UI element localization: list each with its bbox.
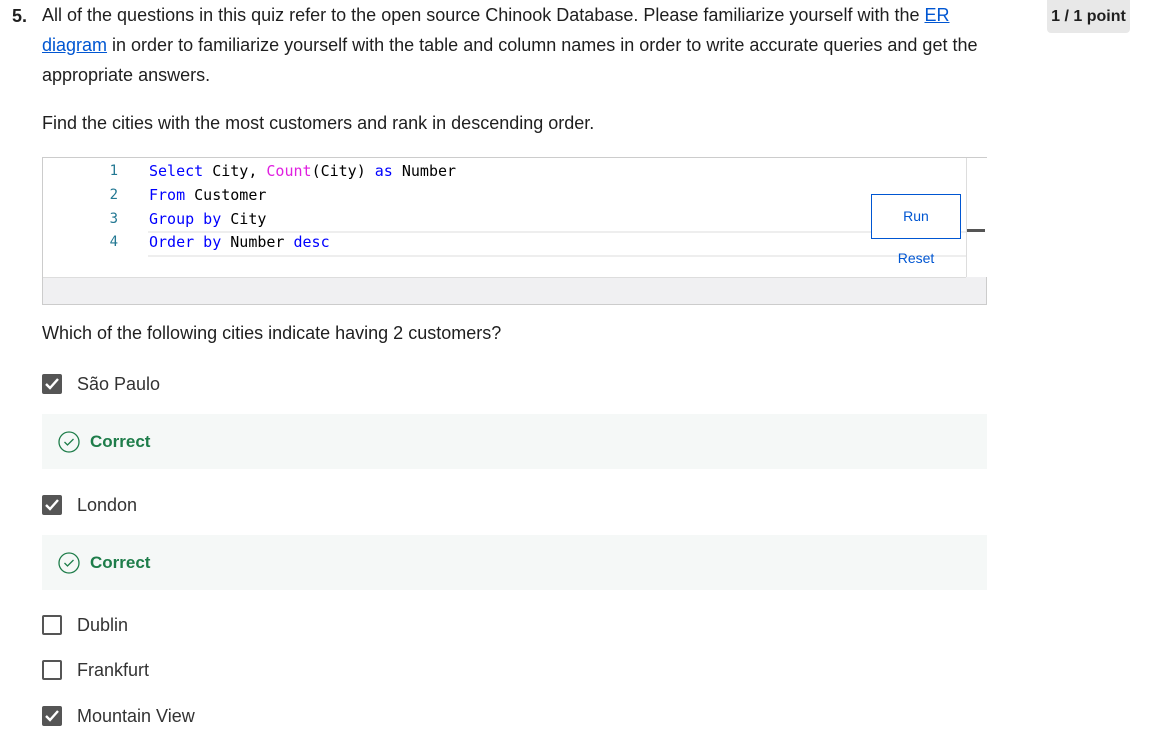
checkmark-icon xyxy=(45,378,59,390)
checkbox[interactable] xyxy=(42,706,62,726)
checkmark-icon xyxy=(45,710,59,722)
code-token: Count xyxy=(266,162,312,180)
feedback-text: Correct xyxy=(90,552,151,572)
code-token: Group by xyxy=(149,210,222,228)
code-line[interactable]: 4 Order by Number desc xyxy=(43,231,966,253)
code-token: desc xyxy=(293,233,330,251)
editor-scrollbar[interactable] xyxy=(966,158,987,277)
question-text-start: All of the questions in this quiz refer … xyxy=(42,5,925,25)
code-token: City, xyxy=(203,162,267,180)
option-s-o-paulo[interactable]: São Paulo xyxy=(42,372,160,396)
checkbox[interactable] xyxy=(42,495,62,515)
option-label: London xyxy=(77,494,138,515)
code-token: as xyxy=(374,162,393,180)
question-text: All of the questions in this quiz refer … xyxy=(42,0,982,90)
code-token: Number xyxy=(392,162,457,180)
checkbox[interactable] xyxy=(42,660,62,680)
code-token: From xyxy=(149,186,186,204)
code-token: Order by xyxy=(149,233,222,251)
sql-editor[interactable]: 1 Select City, Count(City) as Number 2 From… xyxy=(42,157,987,305)
reset-button[interactable]: Reset xyxy=(871,248,961,268)
code-line[interactable]: 2 From Customer xyxy=(43,184,966,206)
code-token: (City) xyxy=(311,162,375,180)
feedback-correct: Correct xyxy=(42,535,987,590)
option-label: Dublin xyxy=(77,614,129,635)
checkbox[interactable] xyxy=(42,374,62,394)
code-text: Group by City xyxy=(149,208,266,230)
question-text-end: in order to familiarize yourself with th… xyxy=(42,35,978,85)
code-area[interactable]: 1 Select City, Count(City) as Number 2 From… xyxy=(43,158,986,278)
scrollbar-thumb[interactable] xyxy=(967,229,985,232)
feedback-correct: Correct xyxy=(42,414,987,469)
run-button[interactable]: Run xyxy=(871,194,961,239)
option-label: Frankfurt xyxy=(77,659,150,680)
code-text: Order by Number desc xyxy=(149,231,330,253)
option-mountain-view[interactable]: Mountain View xyxy=(42,704,195,728)
feedback-text: Correct xyxy=(90,431,151,451)
check-circle-icon xyxy=(58,551,80,574)
score-badge: 1 / 1 point xyxy=(1047,0,1130,33)
code-token: City xyxy=(221,210,267,228)
option-london[interactable]: London xyxy=(42,493,137,517)
code-line[interactable]: 3 Group by City xyxy=(43,208,966,230)
checkbox[interactable] xyxy=(42,615,62,635)
question-instruction: Find the cities with the most customers … xyxy=(42,113,595,133)
line-number: 2 xyxy=(109,187,118,203)
code-token: Select xyxy=(149,162,204,180)
checkmark-icon xyxy=(45,499,59,511)
code-token: Number xyxy=(221,233,294,251)
code-text: From Customer xyxy=(149,184,266,206)
code-token: Customer xyxy=(185,186,267,204)
line-number: 3 xyxy=(109,211,118,227)
question-prompt: Which of the following cities indicate h… xyxy=(42,323,502,343)
option-label: Mountain View xyxy=(77,705,195,726)
option-label: São Paulo xyxy=(77,373,161,394)
check-circle-icon xyxy=(58,430,80,453)
option-dublin[interactable]: Dublin xyxy=(42,613,128,637)
question-number: 5. xyxy=(12,6,28,26)
code-text: Select City, Count(City) as Number xyxy=(149,160,456,182)
line-number: 4 xyxy=(109,234,118,250)
line-number: 1 xyxy=(109,163,118,179)
option-frankfurt[interactable]: Frankfurt xyxy=(42,658,149,682)
code-line[interactable]: 1 Select City, Count(City) as Number xyxy=(43,160,966,182)
